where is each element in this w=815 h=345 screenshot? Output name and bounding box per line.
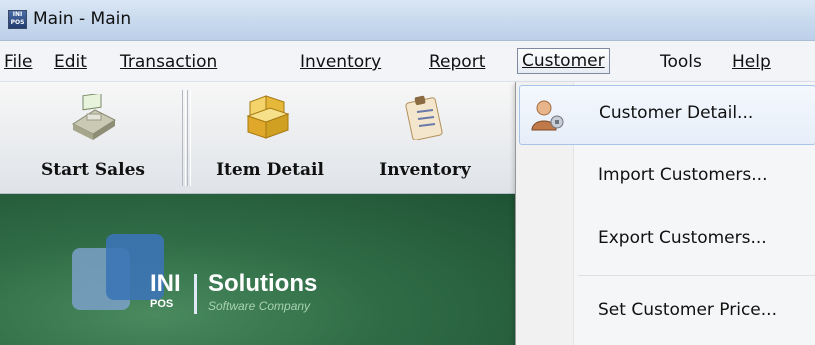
menu-edit[interactable]: Edit	[52, 50, 89, 74]
menu-report-label: Report	[429, 52, 486, 72]
clipboard-icon	[405, 95, 443, 140]
menu-item-import-customers[interactable]: Import Customers...	[516, 147, 815, 205]
boxes-icon	[246, 95, 290, 139]
item-detail-button[interactable]: Item Detail	[190, 82, 350, 193]
menu-separator	[578, 275, 815, 276]
customer-menu-dropdown: Customer Detail... Import Customers... E…	[515, 82, 815, 345]
menu-item-export-customers[interactable]: Export Customers...	[516, 210, 815, 268]
menu-inventory-label: Inventory	[300, 52, 382, 72]
menu-customer-label: Customer	[522, 51, 605, 71]
menu-transaction-label: Transaction	[120, 52, 218, 72]
menu-tools[interactable]: Tools	[658, 50, 704, 74]
inventory-button[interactable]: Inventory	[360, 82, 490, 193]
start-sales-button[interactable]: Start Sales	[8, 82, 178, 193]
menu-bar: File Edit Transaction Inventory Report C…	[0, 41, 815, 82]
menu-tools-label: Tools	[660, 52, 702, 72]
welcome-banner: INI POS Solutions Software Company	[0, 194, 515, 345]
toolbar: Start Sales Item Detail Inventory	[0, 82, 515, 194]
menu-inventory[interactable]: Inventory	[298, 50, 383, 74]
menu-file[interactable]: File	[2, 50, 34, 74]
logo-solutions-text: Solutions	[208, 270, 318, 297]
customer-icon	[531, 100, 564, 131]
menu-customer[interactable]: Customer	[517, 48, 610, 74]
export-customers-label: Export Customers...	[598, 228, 767, 248]
toolbar-separator	[182, 90, 186, 186]
logo-divider	[194, 274, 197, 314]
menu-edit-label: Edit	[54, 52, 87, 72]
menu-transaction[interactable]: Transaction	[118, 50, 219, 74]
logo-pos-text: POS	[150, 298, 174, 310]
window-title: Main - Main	[33, 9, 132, 29]
start-sales-label: Start Sales	[40, 160, 145, 180]
menu-item-set-customer-price[interactable]: Set Customer Price...	[516, 282, 815, 340]
logo-tagline: Software Company	[208, 299, 311, 313]
customer-detail-label: Customer Detail...	[599, 103, 754, 123]
menu-file-label: File	[4, 52, 33, 72]
menu-help-label: Help	[732, 52, 771, 72]
menu-item-customer-detail[interactable]: Customer Detail...	[519, 85, 815, 145]
menu-help[interactable]: Help	[730, 50, 773, 74]
menu-report[interactable]: Report	[427, 50, 487, 74]
ini-pos-app-icon[interactable]: INI POS	[8, 10, 27, 29]
inventory-label: Inventory	[379, 160, 471, 180]
logo-ini-text: INI	[150, 270, 181, 297]
title-bar: INI POS Main - Main	[0, 0, 815, 41]
import-customers-label: Import Customers...	[598, 165, 768, 185]
set-customer-price-label: Set Customer Price...	[598, 300, 777, 320]
cash-register-icon	[71, 94, 117, 140]
item-detail-label: Item Detail	[216, 160, 324, 180]
